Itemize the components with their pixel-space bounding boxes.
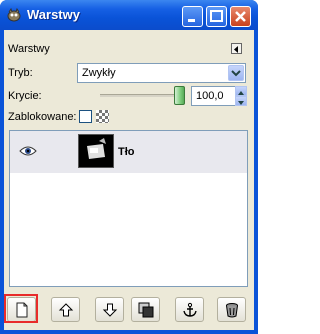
panel-header: Warstwy [8, 43, 50, 55]
minimize-button[interactable] [182, 6, 203, 27]
arrow-up-icon [58, 303, 74, 317]
triangle-left-icon [234, 46, 238, 53]
arrow-down-icon [238, 101, 244, 105]
minimize-icon [188, 19, 195, 22]
maximize-button[interactable] [206, 6, 227, 27]
dock-menu-button[interactable] [231, 43, 242, 54]
duplicate-icon [138, 302, 154, 318]
arrow-down-icon [102, 303, 118, 317]
layer-preview-image [79, 135, 113, 167]
layer-list[interactable]: Tło [9, 130, 248, 287]
duplicate-layer-button[interactable] [131, 297, 160, 322]
layer-name[interactable]: Tło [118, 146, 135, 158]
anchor-layer-button[interactable] [175, 297, 204, 322]
opacity-slider[interactable] [100, 94, 180, 97]
mode-label: Tryb: [8, 67, 33, 79]
chevron-down-icon [231, 70, 241, 77]
opacity-slider-thumb[interactable] [174, 86, 185, 105]
opacity-label: Krycie: [8, 90, 42, 102]
layers-window: Warstwy Warstwy Tryb: Zwykły Krycie: 100… [0, 0, 258, 334]
highlight-box [4, 294, 38, 323]
alpha-checker-icon [96, 110, 109, 123]
opacity-spinbox[interactable]: 100,0 [191, 86, 236, 106]
window-title: Warstwy [27, 7, 80, 22]
delete-layer-button[interactable] [217, 297, 246, 322]
eye-icon[interactable] [19, 145, 37, 157]
opacity-value: 100,0 [196, 90, 224, 102]
opacity-stepper[interactable] [235, 86, 247, 106]
trash-icon [226, 303, 238, 318]
locked-label: Zablokowane: [8, 111, 77, 123]
layer-thumbnail [78, 134, 114, 168]
gimp-app-icon [7, 7, 21, 22]
opacity-decrease-button[interactable] [235, 96, 247, 106]
raise-layer-button[interactable] [51, 297, 80, 322]
anchor-icon [183, 302, 197, 317]
close-icon [235, 11, 246, 22]
layer-row[interactable]: Tło [10, 131, 247, 173]
lower-layer-button[interactable] [95, 297, 124, 322]
mode-value: Zwykły [82, 67, 116, 79]
mode-select[interactable]: Zwykły [77, 63, 246, 83]
mode-dropdown-button[interactable] [228, 65, 244, 81]
lock-pixels-checkbox[interactable] [79, 110, 92, 123]
title-bar[interactable]: Warstwy [0, 0, 258, 30]
opacity-increase-button[interactable] [235, 86, 247, 96]
close-button[interactable] [230, 6, 251, 27]
maximize-icon [210, 10, 223, 22]
